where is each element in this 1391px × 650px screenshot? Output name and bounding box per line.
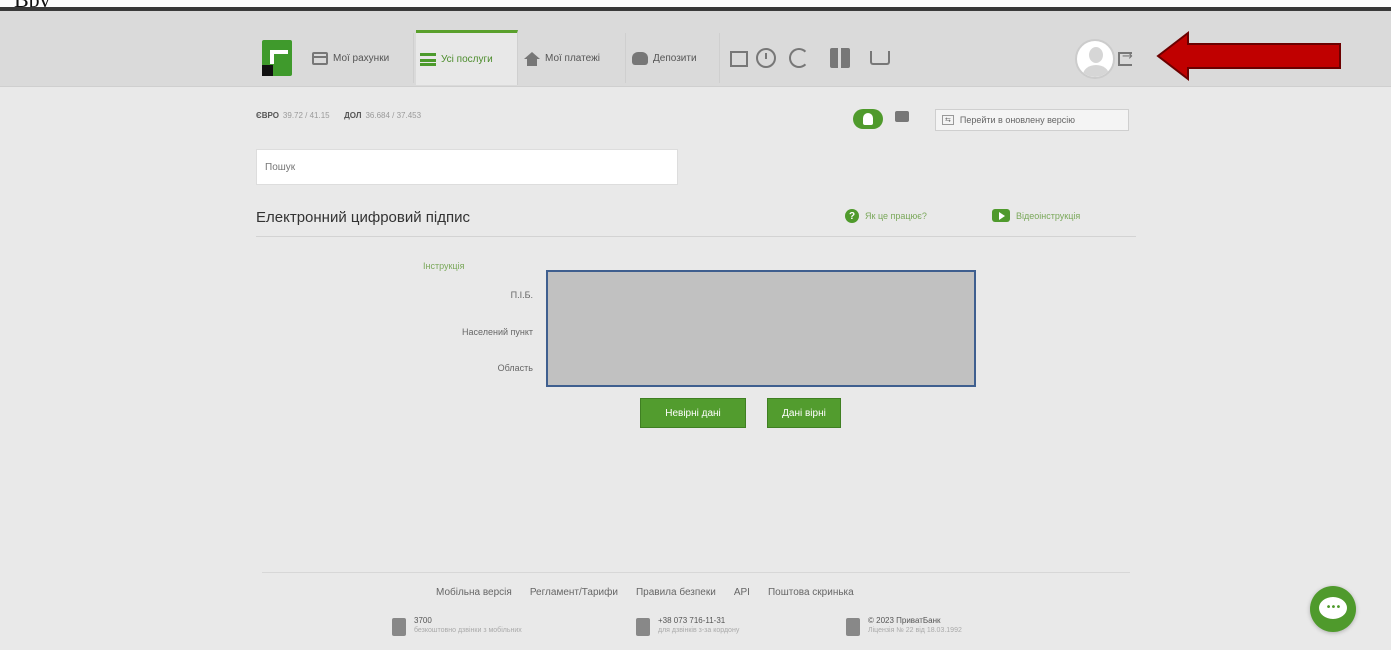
- cart-icon[interactable]: [870, 51, 890, 65]
- footer-item-subtitle: Ліцензія № 22 від 18.03.1992: [868, 627, 962, 634]
- footer-link-mobile[interactable]: Мобільна версія: [436, 587, 512, 598]
- how-it-works-label: Як це працює?: [865, 211, 927, 221]
- footer-phone-short: 3700 безкоштовно дзвінки з мобільних: [392, 615, 522, 636]
- video-instruction-link[interactable]: Відеоінструкція: [992, 209, 1080, 222]
- tab-deposits[interactable]: Депозити: [628, 33, 720, 83]
- usd-value: 36.684 / 37.453: [365, 111, 422, 120]
- switch-version-label: Перейти в оновлену версію: [959, 115, 1076, 125]
- personal-mode-toggle[interactable]: [853, 109, 883, 129]
- tab-all-services[interactable]: Усі послуги: [416, 30, 518, 85]
- phone-icon: [636, 618, 650, 636]
- tab-label: Депозити: [653, 52, 697, 64]
- refresh-icon[interactable]: [789, 48, 809, 68]
- footer-phone-abroad: +38 073 716-11-31 для дзвінків з-за корд…: [636, 615, 739, 636]
- tab-label: Усі послуги: [441, 53, 493, 65]
- add-service-icon[interactable]: [728, 48, 748, 68]
- mobile-phone-icon: [392, 618, 406, 636]
- usd-label: ДОЛ: [344, 111, 362, 120]
- search-input[interactable]: [256, 149, 678, 185]
- footer-item-title: © 2023 ПриватБанк: [868, 616, 941, 625]
- redacted-personal-data: [546, 270, 976, 387]
- exchange-rates: ЄВРО 39.72 / 41.15 ДОЛ 36.684 / 37.453: [256, 111, 421, 120]
- footer-item-title: +38 073 716-11-31: [658, 616, 726, 625]
- tab-my-payments[interactable]: Мої платежі: [520, 33, 626, 83]
- card-icon: [312, 51, 328, 65]
- eur-value: 39.72 / 41.15: [282, 111, 330, 120]
- field-label-region: Область: [497, 363, 533, 373]
- instruction-link[interactable]: Інструкція: [423, 261, 464, 271]
- video-instruction-label: Відеоінструкція: [1016, 210, 1081, 221]
- privatbank-logo[interactable]: [262, 40, 292, 76]
- footer-item-title: 3700: [414, 616, 432, 625]
- footer-links: Мобільна версія Регламент/Тарифи Правила…: [436, 587, 854, 598]
- footer-item-subtitle: для дзвінків з-за кордону: [658, 627, 740, 634]
- footer-link-api[interactable]: API: [734, 587, 750, 598]
- clock-icon[interactable]: [756, 48, 776, 68]
- list-icon: [420, 52, 436, 66]
- switch-version-button[interactable]: ⇆ Перейти в оновлену версію: [935, 109, 1129, 131]
- section-divider: [256, 236, 1136, 237]
- gift-icon[interactable]: [830, 48, 850, 68]
- footer-link-security[interactable]: Правила безпеки: [636, 587, 716, 598]
- footer-copyright: © 2023 ПриватБанк Ліцензія № 22 від 18.0…: [846, 615, 962, 636]
- user-avatar[interactable]: [1075, 39, 1115, 79]
- lock-icon: [846, 618, 860, 636]
- tab-label: Мої платежі: [545, 52, 600, 64]
- tab-my-accounts[interactable]: Мої рахунки: [308, 33, 414, 83]
- page-title: Електронний цифровий підпис: [256, 209, 470, 226]
- question-icon: ?: [845, 209, 859, 223]
- moneybag-icon: [632, 51, 648, 65]
- red-arrow-annotation: [1156, 31, 1341, 81]
- wrong-data-button[interactable]: Невірні дані: [640, 398, 746, 428]
- how-it-works-link[interactable]: ? Як це працює?: [845, 209, 927, 223]
- chat-bubble-icon[interactable]: [1310, 586, 1356, 632]
- eur-label: ЄВРО: [256, 111, 279, 120]
- house-icon: [524, 51, 540, 66]
- field-label-settlement: Населений пункт: [462, 327, 533, 337]
- footer-divider: [262, 572, 1130, 573]
- tab-label: Мої рахунки: [333, 52, 390, 64]
- data-correct-button[interactable]: Дані вірні: [767, 398, 841, 428]
- logout-icon[interactable]: [1118, 49, 1133, 66]
- field-label-full-name: П.І.Б.: [510, 290, 533, 300]
- business-mode-icon[interactable]: [895, 111, 909, 122]
- footer-item-subtitle: безкоштовно дзвінки з мобільних: [414, 627, 522, 634]
- footer-link-mailbox[interactable]: Поштова скринька: [768, 587, 854, 598]
- footer-link-tariffs[interactable]: Регламент/Тарифи: [530, 587, 618, 598]
- play-video-icon: [992, 209, 1010, 222]
- switch-icon: ⇆: [942, 115, 954, 125]
